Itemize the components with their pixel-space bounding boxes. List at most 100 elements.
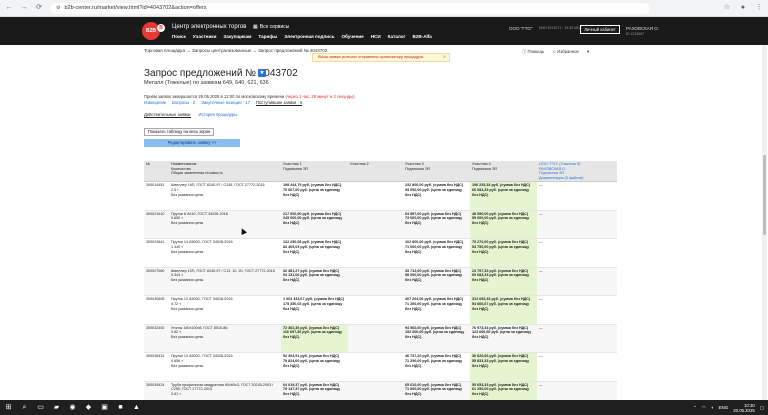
nav-item[interactable]: НСИ <box>371 34 381 39</box>
tab-positions[interactable]: Закупочные позиции · 17 <box>201 100 250 106</box>
nav-item[interactable]: Тарифы <box>258 34 277 39</box>
app-icon[interactable]: ◆ <box>84 403 93 412</box>
item-cell: Прутки 14 А500С, ГОСТ 34028-2016 1.440 тБ… <box>169 238 281 268</box>
row-number-text: 300027060 <box>146 268 165 273</box>
procedure-tabs: Извещение Вопросы · 0 Закупочные позиции… <box>144 100 303 106</box>
company-name[interactable]: ООО "ГТО" <box>509 26 532 31</box>
bid-cell-participant-4: 36 626,66 руб. (сумма без НДС) 55 833,33 … <box>470 352 537 382</box>
language-indicator[interactable]: ENG <box>718 405 728 410</box>
column-header: № <box>144 161 169 183</box>
bid-unit: 55 833,33 руб. (цена за единицу без НДС) <box>472 358 530 368</box>
file-explorer-icon[interactable]: ▰ <box>52 403 61 412</box>
scrollbar-thumb[interactable] <box>763 155 766 235</box>
favorite-star-icon[interactable]: ★ <box>258 69 266 77</box>
nav-item[interactable]: Участники <box>193 34 217 39</box>
bid-unit: 66 083,33 руб. (цена за единицу без НДС) <box>472 187 530 197</box>
column-header: Участник 4 Подписана ЭП <box>470 161 537 183</box>
forward-icon[interactable]: → <box>20 4 28 12</box>
fullscreen-table-button[interactable]: Показать таблицу на весь экран <box>144 128 214 136</box>
url-text: b2b-center.ru/market/view.html?id=404370… <box>64 5 207 11</box>
site-info-icon[interactable]: ⚙ <box>56 5 60 11</box>
notifications-icon[interactable]: ▢ <box>760 405 764 411</box>
network-icon[interactable]: ◠ <box>702 405 706 411</box>
app-icon[interactable]: ▲ <box>132 403 141 412</box>
chevron-down-icon[interactable]: ▾ <box>587 49 589 55</box>
row-number-text: 300032492 <box>146 325 165 330</box>
clock-date: 20.05.2025 <box>733 407 755 413</box>
column-header-own[interactable]: ООО "ГТО" (Участник 5) РАХОВСКАЯ О. Подп… <box>537 161 617 183</box>
logo-text: B2B <box>145 28 156 34</box>
bid-unit: 71 200,00 руб. (цена за единицу без НДС) <box>405 301 463 311</box>
table-row: 300014451 Швеллер 16П, ГОСТ 8240-97 / С24… <box>144 181 617 211</box>
item-cost: Без указания цены <box>171 278 204 283</box>
table-row: 300030605 Прутки 12 А500С, ГОСТ 34028-201… <box>144 295 617 325</box>
tab-history[interactable]: История процедуры <box>199 112 238 118</box>
search-icon[interactable]: ⌕ <box>20 403 29 412</box>
bid-cell-participant-4: 79 270,00 руб. (сумма без НДС) 54 750,00 … <box>470 238 537 268</box>
favorites-link[interactable]: ☆ Избранное <box>552 49 579 55</box>
row-number-text: 300021610 <box>146 211 165 216</box>
nav-item[interactable]: Каталог <box>388 34 406 39</box>
personal-cabinet-button[interactable]: Личный кабинет <box>580 25 620 34</box>
task-view-icon[interactable]: ▭ <box>36 403 45 412</box>
breadcrumb[interactable]: Торговая площадка → Запросы централизова… <box>144 48 327 53</box>
browser-icon[interactable]: ◉ <box>68 403 77 412</box>
reload-icon[interactable]: ⟳ <box>35 4 43 12</box>
page-scrollbar[interactable] <box>762 45 767 400</box>
row-number: 300030605 <box>144 295 169 325</box>
nav-item[interactable]: Обучение <box>341 34 363 39</box>
browser-menu-icon[interactable]: ⋮ <box>755 4 763 12</box>
bid-cell-participant-4: 23 797,33 руб. (сумма без НДС) 69 083,33 … <box>470 267 537 297</box>
bid-cell-own: — <box>537 352 617 382</box>
clock[interactable]: 10:30 20.05.2025 <box>733 403 755 413</box>
help-link[interactable]: ⓘ Помощь <box>522 49 544 55</box>
item-cell: Уголок 160х100х8, ГОСТ 8510-86 0.62 т Без … <box>169 324 281 354</box>
profile-icon[interactable]: ● <box>739 4 747 12</box>
edit-offer-button[interactable]: Редактировать заявку >> <box>144 139 240 147</box>
deadline-text: Приём заявок завершается 26.05.2025 в 12… <box>144 94 355 99</box>
bid-cell-participant-4: 190 253,33 руб. (сумма без НДС) 66 083,33… <box>470 181 537 211</box>
bid-unit: 69 083,33 руб. (цена за единицу без НДС) <box>472 273 530 283</box>
tab-offers[interactable]: Поступившие заявки · 5 <box>255 100 303 106</box>
windows-taskbar: ⊞ ⌕ ▭ ▰ ◉ ◆ ▣ ■ ▲ ⌃ ◠ ◖ ENG 10:30 20.05.… <box>0 400 768 415</box>
nav-item[interactable]: Поиск <box>172 34 186 39</box>
app-icon[interactable]: ■ <box>116 403 125 412</box>
bid-unit: 55 000,00 руб. (цена за единицу без НДС) <box>472 216 530 226</box>
site-title[interactable]: Центр электронных торгов <box>172 24 246 30</box>
all-services-button[interactable]: ▦ Все сервисы <box>253 24 289 30</box>
row-number-text: 300039424 <box>146 382 165 387</box>
nav-item[interactable]: B2B-Alfa <box>412 34 431 39</box>
tab-valid-offers[interactable]: Действительные заявки <box>144 112 191 118</box>
bid-unit: 71 250,00 руб. (цена за единицу без НДС) <box>405 358 463 368</box>
column-header: Участник 1 Подписана ЭП <box>281 161 348 183</box>
nav-item[interactable]: Электронная подпись <box>284 34 334 39</box>
row-number: 300021610 <box>144 210 169 240</box>
back-icon[interactable]: ← <box>5 4 13 12</box>
address-bar[interactable]: ⚙ b2b-center.ru/market/view.html?id=4043… <box>50 2 650 14</box>
nav-item[interactable]: Закупщикам <box>223 34 251 39</box>
row-number: 300032492 <box>144 324 169 354</box>
bid-cell-participant-2 <box>348 324 403 354</box>
bid-cell-participant-1: 52 304,91 руб. (сумма без НДС) 79 824,00 … <box>281 352 348 382</box>
item-cost: Без указания цены <box>171 335 204 340</box>
bid-cell-own: — <box>537 324 617 354</box>
bid-unit: 54 750,00 руб. (цена за единицу без НДС) <box>472 244 530 254</box>
item-name: Швеллер 16П, ГОСТ 8240-97 / С245, ГОСТ 2… <box>171 183 265 188</box>
item-cell: Швеллер 16П, ГОСТ 8240-97 / С245, ГОСТ 2… <box>169 181 281 211</box>
own-bid: — <box>539 268 543 273</box>
close-icon[interactable]: ✕ <box>443 54 446 61</box>
own-bid: — <box>539 183 543 188</box>
bid-cell-own: — <box>537 267 617 297</box>
volume-icon[interactable]: ◖ <box>711 405 714 410</box>
tab-questions[interactable]: Вопросы · 0 <box>172 100 195 106</box>
column-header: Наименование Количество Общая заявленная… <box>169 161 281 183</box>
windows-start-icon[interactable]: ⊞ <box>4 403 13 412</box>
item-cost: Без указания цены <box>171 249 204 254</box>
app-icon[interactable]: ▣ <box>100 403 109 412</box>
bid-cell-participant-3: 407 264,00 руб. (сумма без НДС) 71 200,00… <box>403 295 470 325</box>
bookmark-star-icon[interactable]: ☆ <box>723 4 731 12</box>
bid-unit: 84 465,03 руб. (цена за единицу без НДС) <box>283 244 341 254</box>
tray-chevron-icon[interactable]: ⌃ <box>693 405 697 411</box>
tab-notice[interactable]: Извещение <box>144 100 166 106</box>
user-name[interactable]: РАХОВСКАЯ О. <box>626 26 659 31</box>
